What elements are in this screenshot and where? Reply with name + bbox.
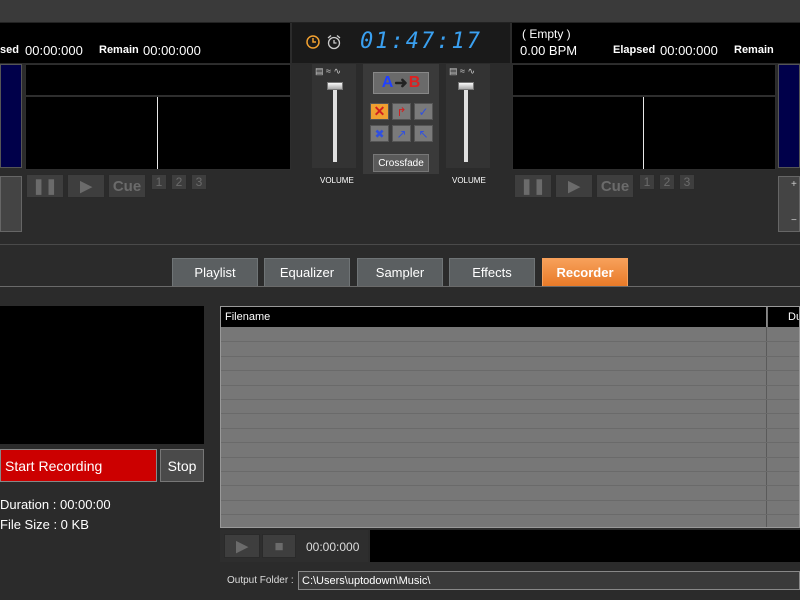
left-play-button[interactable]: ▶ bbox=[67, 174, 105, 198]
duration-readout: Duration : 00:00:00 bbox=[0, 497, 111, 512]
timer-icon bbox=[306, 35, 320, 49]
playback-controls: ▶ ■ 00:00:000 bbox=[220, 530, 368, 562]
list-row-line bbox=[221, 485, 799, 487]
left-volume-label: VOLUME bbox=[320, 176, 354, 185]
list-row-line bbox=[221, 471, 799, 472]
list-row-line bbox=[221, 427, 799, 429]
filesize-readout: File Size : 0 KB bbox=[0, 517, 89, 532]
recorder-visualizer bbox=[0, 306, 204, 444]
right-deck-artwork bbox=[778, 64, 800, 168]
left-elapsed-value: 00:00:000 bbox=[25, 43, 83, 58]
left-volume-panel: ▤ ≈ ∿ bbox=[312, 64, 356, 168]
tab-underline bbox=[0, 286, 800, 287]
title-strip bbox=[0, 0, 800, 23]
left-remain-value: 00:00:000 bbox=[143, 43, 201, 58]
right-elapsed-value: 00:00:000 bbox=[660, 43, 718, 58]
pitch-plus-icon: + bbox=[791, 179, 797, 190]
crossfade-curve-2-icon[interactable]: ✓ bbox=[414, 103, 433, 120]
right-playhead bbox=[643, 97, 644, 169]
right-hotcue-2[interactable]: 2 bbox=[659, 174, 675, 190]
list-row-line bbox=[221, 384, 799, 386]
list-row-line bbox=[221, 442, 799, 444]
right-main-waveform[interactable] bbox=[512, 96, 776, 170]
list-row-line bbox=[221, 413, 799, 415]
crossfade-cut-icon[interactable]: ✕ bbox=[370, 103, 389, 120]
output-folder-input[interactable] bbox=[298, 571, 800, 590]
right-pitch-panel[interactable]: + − bbox=[778, 176, 800, 232]
left-volume-track[interactable] bbox=[333, 86, 337, 162]
clock-time: 01:47:17 bbox=[360, 29, 482, 54]
right-bpm: 0.00 BPM bbox=[520, 43, 578, 58]
left-deck-artwork bbox=[0, 64, 22, 168]
crossfade-curve-1-icon[interactable]: ↱ bbox=[392, 103, 411, 120]
column-header-filename[interactable]: Filename bbox=[221, 307, 767, 327]
recording-play-button[interactable]: ▶ bbox=[224, 534, 260, 558]
alarm-clock-icon bbox=[327, 35, 341, 50]
list-row-line bbox=[221, 341, 799, 343]
right-pause-button[interactable]: ❚❚ bbox=[514, 174, 552, 198]
crossfade-curve-3-icon[interactable]: ✖ bbox=[370, 125, 389, 142]
crossfade-button[interactable]: Crossfade bbox=[373, 154, 429, 172]
right-hotcue-1[interactable]: 1 bbox=[639, 174, 655, 190]
right-hotcue-3[interactable]: 3 bbox=[679, 174, 695, 190]
left-playhead bbox=[157, 97, 158, 169]
left-pitch-panel[interactable] bbox=[0, 176, 22, 232]
output-folder-label: Output Folder : bbox=[227, 575, 294, 586]
stop-button[interactable]: Stop bbox=[160, 449, 204, 482]
right-volume-panel: ▤ ≈ ∿ bbox=[446, 64, 490, 168]
column-header-duration[interactable]: Du bbox=[768, 307, 799, 327]
tab-effects[interactable]: Effects bbox=[449, 258, 535, 286]
ab-switch-button[interactable]: A ➜ B bbox=[373, 72, 429, 94]
right-cue-button[interactable]: Cue bbox=[596, 174, 634, 198]
left-hotcue-2[interactable]: 2 bbox=[171, 174, 187, 190]
start-recording-button[interactable]: Start Recording bbox=[0, 449, 157, 482]
recordings-list[interactable]: Filename Du bbox=[220, 306, 800, 528]
left-eq-icons: ▤ ≈ ∿ bbox=[315, 66, 341, 76]
right-volume-track[interactable] bbox=[464, 86, 468, 162]
right-elapsed-label: Elapsed bbox=[613, 44, 656, 56]
right-eq-icons: ▤ ≈ ∿ bbox=[449, 66, 475, 76]
list-row-line bbox=[221, 399, 799, 400]
right-track-title: ( Empty ) bbox=[522, 27, 571, 41]
list-row-line bbox=[221, 456, 799, 458]
tab-sampler[interactable]: Sampler bbox=[357, 258, 443, 286]
left-hotcue-1[interactable]: 1 bbox=[151, 174, 167, 190]
crossfade-curve-5-icon[interactable]: ↖ bbox=[414, 125, 433, 142]
playback-seekbar[interactable] bbox=[370, 530, 800, 562]
left-elapsed-label: sed bbox=[0, 44, 19, 56]
left-volume-knob[interactable] bbox=[327, 82, 343, 90]
list-row-line bbox=[221, 514, 799, 516]
left-remain-label: Remain bbox=[99, 44, 139, 56]
right-overview-waveform[interactable] bbox=[512, 64, 776, 96]
playback-time: 00:00:000 bbox=[306, 540, 360, 554]
right-volume-label: VOLUME bbox=[452, 176, 486, 185]
recording-stop-button[interactable]: ■ bbox=[262, 534, 296, 558]
right-play-button[interactable]: ▶ bbox=[555, 174, 593, 198]
crossfade-panel: A ➜ B ✕ ↱ ✓ ✖ ↗ ↖ Crossfade bbox=[363, 64, 439, 174]
left-main-waveform[interactable] bbox=[25, 96, 291, 170]
pitch-minus-icon: − bbox=[791, 215, 797, 226]
divider bbox=[0, 244, 800, 245]
list-row-line bbox=[221, 370, 799, 372]
left-overview-waveform[interactable] bbox=[25, 64, 291, 96]
crossfade-curve-4-icon[interactable]: ↗ bbox=[392, 125, 411, 142]
tab-recorder[interactable]: Recorder bbox=[542, 258, 628, 286]
left-cue-button[interactable]: Cue bbox=[108, 174, 146, 198]
list-rows bbox=[221, 327, 799, 527]
right-deck-info-bar: ( Empty ) 0.00 BPM Elapsed 00:00:000 Rem… bbox=[512, 23, 800, 63]
left-pause-button[interactable]: ❚❚ bbox=[26, 174, 64, 198]
left-hotcue-3[interactable]: 3 bbox=[191, 174, 207, 190]
clock-bar: 01:47:17 bbox=[292, 23, 510, 63]
list-row-line bbox=[221, 499, 799, 501]
right-remain-label: Remain bbox=[734, 44, 774, 56]
tab-equalizer[interactable]: Equalizer bbox=[264, 258, 350, 286]
tab-playlist[interactable]: Playlist bbox=[172, 258, 258, 286]
left-deck-info-bar: sed 00:00:000 Remain 00:00:000 bbox=[0, 23, 290, 63]
list-row-line bbox=[221, 355, 799, 357]
right-volume-knob[interactable] bbox=[458, 82, 474, 90]
